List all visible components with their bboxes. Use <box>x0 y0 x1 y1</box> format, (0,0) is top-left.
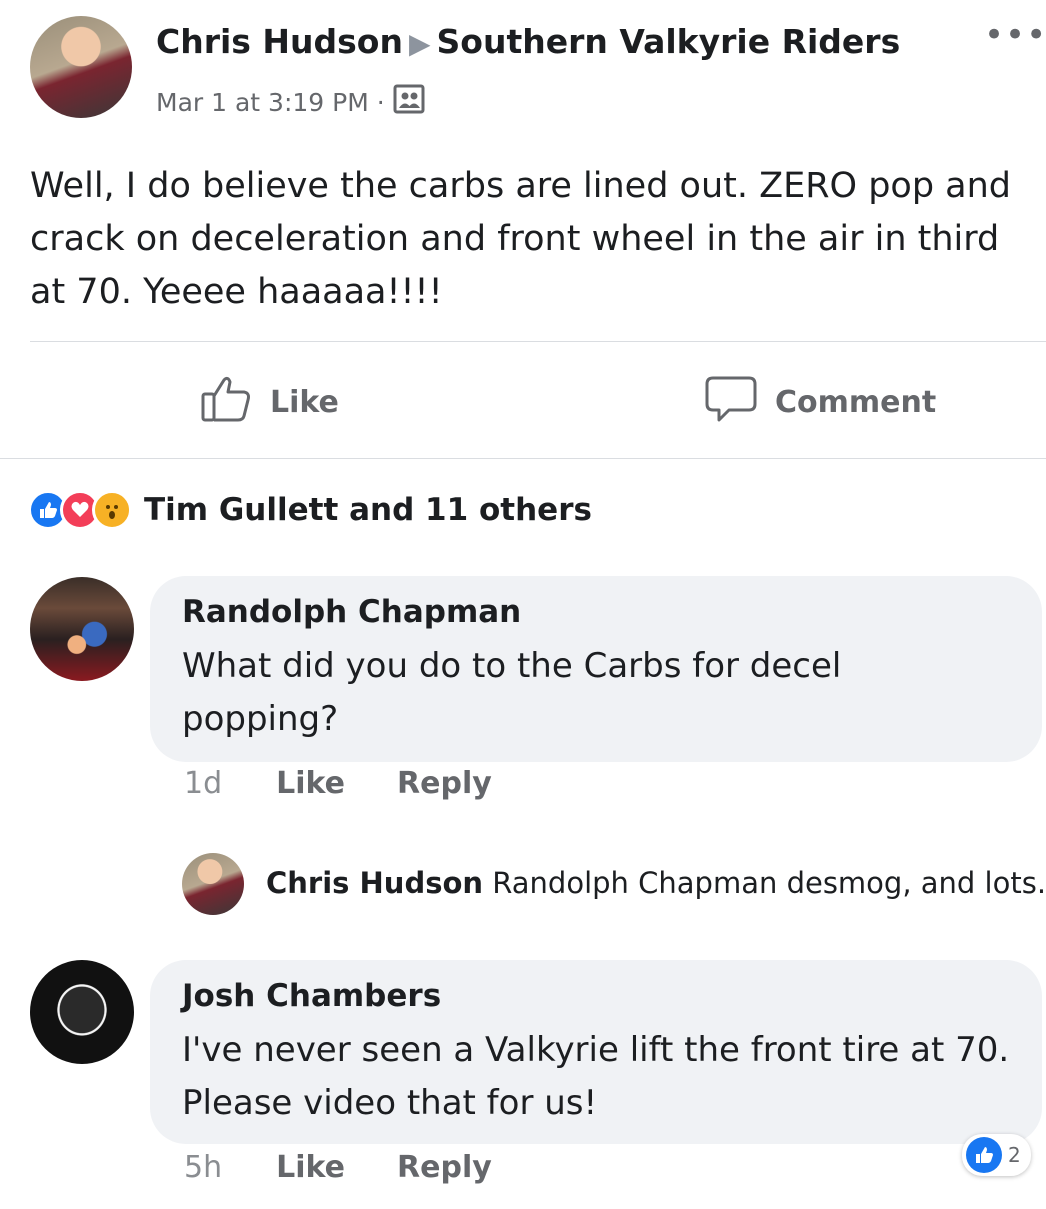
comment-button[interactable]: Comment <box>705 372 936 432</box>
comment-like-count[interactable]: 2 <box>962 1134 1031 1176</box>
comment-reply-button[interactable]: Reply <box>397 1150 492 1185</box>
post-header-title: Chris Hudson ▶ Southern Valkyrie Riders <box>156 22 900 61</box>
post-divider <box>30 341 1046 342</box>
like-reaction-icon <box>966 1137 1002 1173</box>
like-button-label: Like <box>270 384 339 420</box>
actions-divider <box>0 458 1046 459</box>
comment-text: What did you do to the Carbs for decel p… <box>182 646 842 739</box>
comment-time[interactable]: 1d <box>184 766 222 801</box>
comment-reply-button[interactable]: Reply <box>397 766 492 801</box>
author-avatar[interactable] <box>30 16 132 118</box>
comment-icon <box>705 372 757 432</box>
meta-separator: · <box>376 87 385 117</box>
comment-like-button[interactable]: Like <box>276 1150 345 1185</box>
like-count-value: 2 <box>1008 1143 1021 1167</box>
comment-like-button[interactable]: Like <box>276 766 345 801</box>
reply-avatar[interactable] <box>182 853 244 915</box>
reactions-summary[interactable]: Tim Gullett and 11 others <box>28 490 592 530</box>
ellipsis-icon[interactable]: ••• <box>984 18 1046 52</box>
post-timestamp[interactable]: Mar 1 at 3:19 PM <box>156 88 369 117</box>
post-meta: Mar 1 at 3:19 PM · <box>156 84 425 120</box>
post-text: Well, I do believe the carbs are lined o… <box>30 166 1012 312</box>
commenter-avatar[interactable] <box>30 577 134 681</box>
thumbs-up-icon <box>200 372 252 432</box>
comment-bubble: Josh Chambers I've never seen a Valkyrie… <box>150 960 1042 1144</box>
comment-actions: 5h Like Reply <box>184 1150 492 1185</box>
comment-author[interactable]: Randolph Chapman <box>182 594 521 630</box>
group-icon <box>393 84 425 120</box>
reply-author[interactable]: Chris Hudson <box>266 866 483 900</box>
reply-text: Randolph Chapman desmog, and lots... <box>492 866 1046 900</box>
comment-bubble: Randolph Chapman What did you do to the … <box>150 576 1042 762</box>
author-name[interactable]: Chris Hudson <box>156 22 403 61</box>
wow-reaction-icon <box>92 490 132 530</box>
comment-text: I've never seen a Valkyrie lift the fron… <box>182 1030 1010 1123</box>
comment-actions: 1d Like Reply <box>184 766 492 801</box>
comment-author[interactable]: Josh Chambers <box>182 978 441 1014</box>
reply-preview[interactable]: Chris Hudson Randolph Chapman desmog, an… <box>266 866 1046 900</box>
group-name[interactable]: Southern Valkyrie Riders <box>437 22 901 61</box>
commenter-avatar[interactable] <box>30 960 134 1064</box>
like-button[interactable]: Like <box>200 372 339 432</box>
arrow-right-icon: ▶ <box>408 27 431 60</box>
comment-time[interactable]: 5h <box>184 1150 222 1185</box>
reactions-text: Tim Gullett and 11 others <box>144 492 592 528</box>
comment-button-label: Comment <box>775 384 937 420</box>
